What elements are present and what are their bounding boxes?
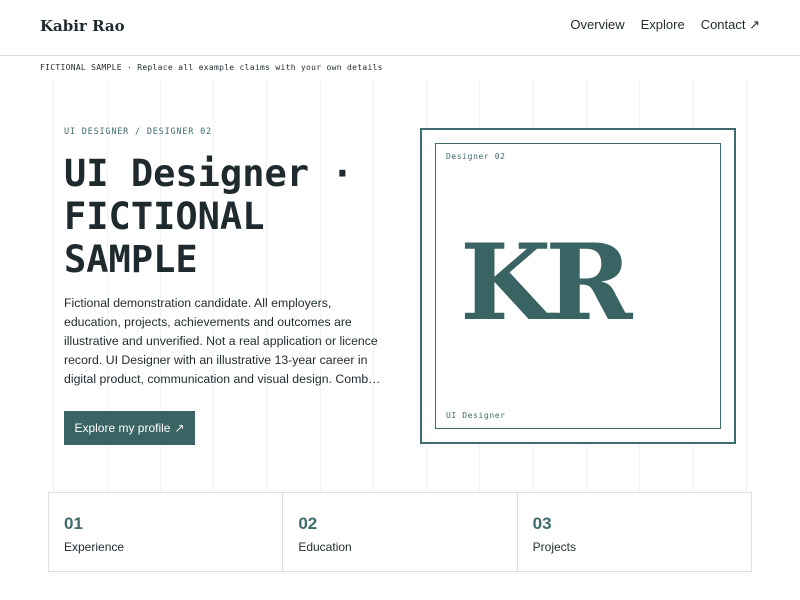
stat-education[interactable]: 02 Education (282, 493, 516, 571)
main-nav: Overview Explore Contact ↗ (570, 17, 760, 33)
monogram-card: Designer 02 KR UI Designer (420, 128, 736, 444)
hero-description: Fictional demonstration candidate. All e… (64, 296, 381, 386)
stat-experience[interactable]: 01 Experience (48, 493, 282, 571)
nav-explore[interactable]: Explore (641, 17, 685, 33)
top-bar: Kabir Rao Overview Explore Contact ↗ (0, 0, 800, 56)
nav-contact[interactable]: Contact ↗ (701, 17, 760, 33)
stat-number: 03 (532, 514, 552, 533)
explore-profile-button[interactable]: Explore my profile ↗ (64, 411, 195, 445)
card-bottom-label: UI Designer (446, 411, 506, 420)
stats-row: 01 Experience 02 Education 03 Projects (48, 492, 752, 572)
stat-label: Education (298, 540, 352, 554)
card-top-label: Designer 02 (446, 152, 506, 161)
stat-label: Experience (64, 540, 125, 554)
nav-overview[interactable]: Overview (570, 17, 624, 33)
stat-number: 02 (298, 514, 318, 533)
arrow-up-right-icon: ↗ (174, 421, 185, 435)
hero-title: UI Designer · FICTIONAL SAMPLE (64, 152, 354, 281)
monogram-card-inner: Designer 02 KR UI Designer (435, 143, 721, 429)
stat-projects[interactable]: 03 Projects (516, 493, 751, 571)
monogram: KR (460, 220, 633, 344)
explore-profile-label: Explore my profile (74, 421, 171, 435)
sample-notice: FICTIONAL SAMPLE · Replace all example c… (40, 63, 383, 72)
hero-eyebrow: UI DESIGNER / DESIGNER 02 (64, 127, 212, 137)
stat-number: 01 (64, 514, 83, 533)
stat-label: Projects (532, 540, 577, 554)
brand-name[interactable]: Kabir Rao (40, 17, 125, 35)
